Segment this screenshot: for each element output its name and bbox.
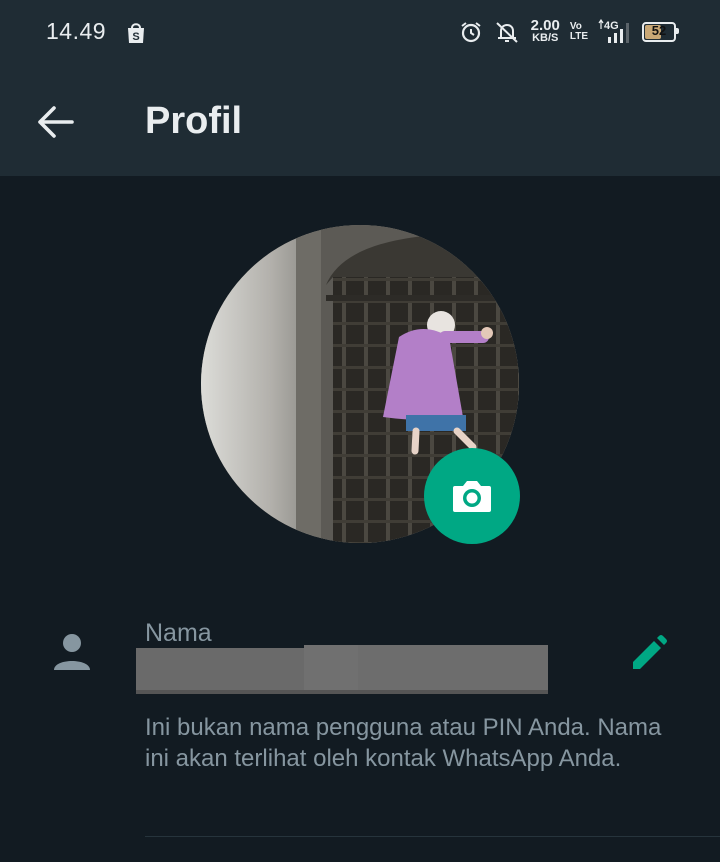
- svg-text:S: S: [132, 31, 139, 43]
- name-redaction: [136, 648, 306, 694]
- name-redaction: [304, 645, 362, 694]
- name-redaction: [358, 645, 548, 694]
- alarm-icon: [461, 22, 481, 43]
- change-photo-button[interactable]: [424, 448, 520, 544]
- pencil-icon: [633, 635, 667, 669]
- status-bar: 14.49 S 2.00 KB/S Vo LTE 4G 52: [0, 0, 720, 64]
- page-title: Profil: [145, 100, 243, 142]
- edit-name-button[interactable]: [628, 634, 668, 674]
- person-icon: [54, 634, 90, 670]
- battery-indicator: 52: [642, 22, 679, 42]
- net-speed-value: 2.00: [530, 17, 560, 34]
- name-field[interactable]: [136, 645, 548, 695]
- name-hint: Ini bukan nama pengguna atau PIN Anda. N…: [145, 714, 662, 772]
- network-type: 4G: [604, 20, 619, 32]
- status-icons: 2.00 KB/S Vo LTE 4G 52: [459, 16, 679, 48]
- app-bar: Profil: [0, 64, 720, 176]
- net-speed-unit: KB/S: [532, 32, 559, 44]
- signal-icon: 4G: [598, 19, 629, 43]
- volte-indicator: Vo LTE: [570, 22, 588, 42]
- divider: [145, 836, 720, 837]
- volte-bottom: LTE: [569, 31, 588, 42]
- arrow-left-icon: [38, 106, 74, 138]
- shopee-bag-icon: S: [128, 23, 144, 43]
- back-button[interactable]: [30, 100, 80, 144]
- silent-bell-icon: [495, 22, 518, 43]
- battery-level: 52: [651, 23, 667, 38]
- camera-icon: [453, 481, 491, 512]
- status-time: 14.49: [46, 18, 107, 44]
- net-speed: 2.00 KB/S: [530, 17, 560, 44]
- name-label: Nama: [145, 619, 212, 647]
